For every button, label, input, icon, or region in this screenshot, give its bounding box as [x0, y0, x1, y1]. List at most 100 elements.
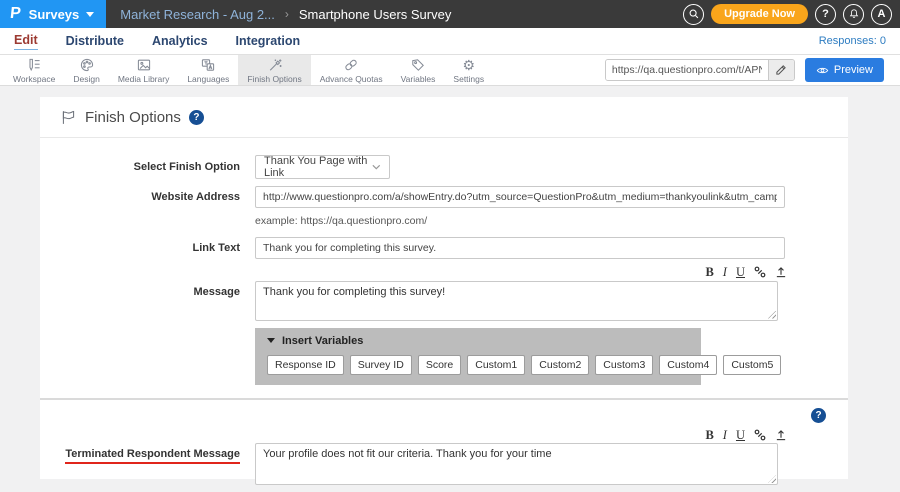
variable-button-custom5[interactable]: Custom5: [723, 355, 781, 375]
underline-button[interactable]: U: [736, 429, 745, 442]
bold-button[interactable]: B: [705, 429, 713, 442]
toolbar-item-workspace[interactable]: Workspace: [4, 55, 64, 85]
toolbar-item-label: Languages: [187, 74, 229, 84]
magic-wand-icon: [267, 57, 283, 73]
finish-options-help-button[interactable]: ?: [189, 110, 204, 125]
toolbar-right: Preview: [605, 55, 896, 85]
breadcrumb-separator: ›: [285, 7, 289, 21]
website-address-label: Website Address: [40, 191, 255, 203]
toolbar-item-languages[interactable]: Languages: [178, 55, 238, 85]
primary-nav: Edit Distribute Analytics Integration Re…: [0, 28, 900, 55]
page-title: Finish Options: [85, 109, 181, 126]
toolbar-item-media-library[interactable]: Media Library: [109, 55, 179, 85]
breadcrumb-folder[interactable]: Market Research - Aug 2...: [120, 7, 275, 22]
flag-icon: [60, 109, 77, 126]
finish-option-row: Select Finish Option Thank You Page with…: [40, 155, 848, 179]
top-bar: P Surveys Market Research - Aug 2... › S…: [0, 0, 900, 28]
pencil-icon: [775, 64, 787, 76]
link-icon: [754, 429, 766, 441]
variable-button-custom4[interactable]: Custom4: [659, 355, 717, 375]
bold-button[interactable]: B: [705, 266, 713, 279]
insert-variables-header: Insert Variables: [282, 335, 363, 347]
link-text-row: Link Text: [40, 237, 848, 259]
insert-image-button[interactable]: [775, 266, 787, 278]
insert-link-button[interactable]: [754, 429, 766, 441]
search-icon: [688, 8, 700, 20]
underline-button[interactable]: U: [736, 266, 745, 279]
toolbar-item-settings[interactable]: ⚙ Settings: [444, 55, 493, 85]
toolbar-item-finish-options[interactable]: Finish Options: [238, 55, 310, 85]
toolbar-item-label: Advance Quotas: [320, 74, 383, 84]
avatar[interactable]: A: [871, 4, 892, 25]
search-button[interactable]: [683, 4, 704, 25]
message-textarea-wrap: Thank you for completing this survey!: [255, 281, 778, 321]
survey-url-input[interactable]: [606, 60, 768, 80]
tab-edit[interactable]: Edit: [14, 33, 38, 50]
variable-button-custom1[interactable]: Custom1: [467, 355, 525, 375]
italic-button[interactable]: I: [723, 266, 727, 279]
edit-toolbar: Workspace Design Media Library Languages…: [0, 55, 900, 86]
toolbar-item-design[interactable]: Design: [64, 55, 108, 85]
toolbar-item-label: Workspace: [13, 74, 55, 84]
finish-options-form: Select Finish Option Thank You Page with…: [40, 138, 848, 492]
survey-url-group: [605, 59, 795, 81]
variable-button-custom2[interactable]: Custom2: [531, 355, 589, 375]
translate-icon: [200, 57, 216, 73]
insert-variables-panel: Insert Variables Response ID Survey ID S…: [255, 328, 701, 385]
variable-button-response-id[interactable]: Response ID: [267, 355, 344, 375]
website-address-hint: example: https://qa.questionpro.com/: [255, 215, 848, 227]
terminated-help-row: ?: [40, 408, 848, 423]
terminated-message-label: Terminated Respondent Message: [65, 448, 240, 464]
insert-link-button[interactable]: [754, 266, 766, 278]
edit-url-button[interactable]: [768, 60, 794, 80]
message-textarea[interactable]: Thank you for completing this survey!: [255, 281, 778, 321]
terminated-format-toolbar: B I U: [255, 429, 787, 442]
variable-button-survey-id[interactable]: Survey ID: [350, 355, 412, 375]
toolbar-item-variables[interactable]: Variables: [392, 55, 445, 85]
tab-distribute[interactable]: Distribute: [66, 34, 124, 48]
tab-integration[interactable]: Integration: [236, 34, 301, 48]
responses-count[interactable]: Responses: 0: [819, 35, 886, 47]
finish-option-select[interactable]: Thank You Page with Link: [255, 155, 390, 179]
insert-image-button[interactable]: [775, 429, 787, 441]
gear-icon: ⚙: [463, 57, 476, 73]
surveys-menu[interactable]: Surveys: [29, 7, 95, 22]
toolbar-item-advance-quotas[interactable]: Advance Quotas: [311, 55, 392, 85]
terminated-help-button[interactable]: ?: [811, 408, 826, 423]
message-format-toolbar: B I U: [255, 266, 787, 279]
italic-button[interactable]: I: [723, 429, 727, 442]
panel-header: Finish Options ?: [40, 97, 848, 138]
link-text-input[interactable]: [255, 237, 785, 259]
notifications-button[interactable]: [843, 4, 864, 25]
upgrade-now-button[interactable]: Upgrade Now: [711, 4, 808, 24]
preview-button-label: Preview: [834, 64, 873, 76]
variable-button-custom3[interactable]: Custom3: [595, 355, 653, 375]
help-button[interactable]: ?: [815, 4, 836, 25]
eye-icon: [816, 64, 829, 77]
link-icon: [754, 266, 766, 278]
brand-area[interactable]: P Surveys: [0, 0, 106, 28]
chain-links-icon: [343, 57, 359, 73]
link-text-label: Link Text: [40, 242, 255, 254]
chevron-down-icon: [86, 12, 94, 17]
message-label: Message: [40, 281, 255, 298]
questionpro-logo: P: [9, 5, 22, 23]
toolbar-item-label: Settings: [453, 74, 484, 84]
terminated-message-textarea[interactable]: Your profile does not fit our criteria. …: [255, 443, 778, 485]
toolbar-item-label: Variables: [401, 74, 436, 84]
website-address-input[interactable]: [255, 186, 785, 208]
workspace-pencil-icon: [26, 57, 42, 73]
topbar-actions: Upgrade Now ? A: [683, 0, 900, 28]
image-icon: [136, 57, 152, 73]
image-upload-icon: [775, 266, 787, 278]
tab-analytics[interactable]: Analytics: [152, 34, 208, 48]
image-upload-icon: [775, 429, 787, 441]
toolbar-item-label: Design: [73, 74, 99, 84]
insert-variables-toggle[interactable]: Insert Variables: [267, 335, 689, 347]
preview-button[interactable]: Preview: [805, 58, 884, 82]
website-address-row: Website Address: [40, 186, 848, 208]
toolbar-item-label: Finish Options: [247, 74, 301, 84]
variable-button-score[interactable]: Score: [418, 355, 461, 375]
message-row: Message Thank you for completing this su…: [40, 281, 848, 321]
terminated-message-label-col: Terminated Respondent Message: [40, 443, 255, 464]
